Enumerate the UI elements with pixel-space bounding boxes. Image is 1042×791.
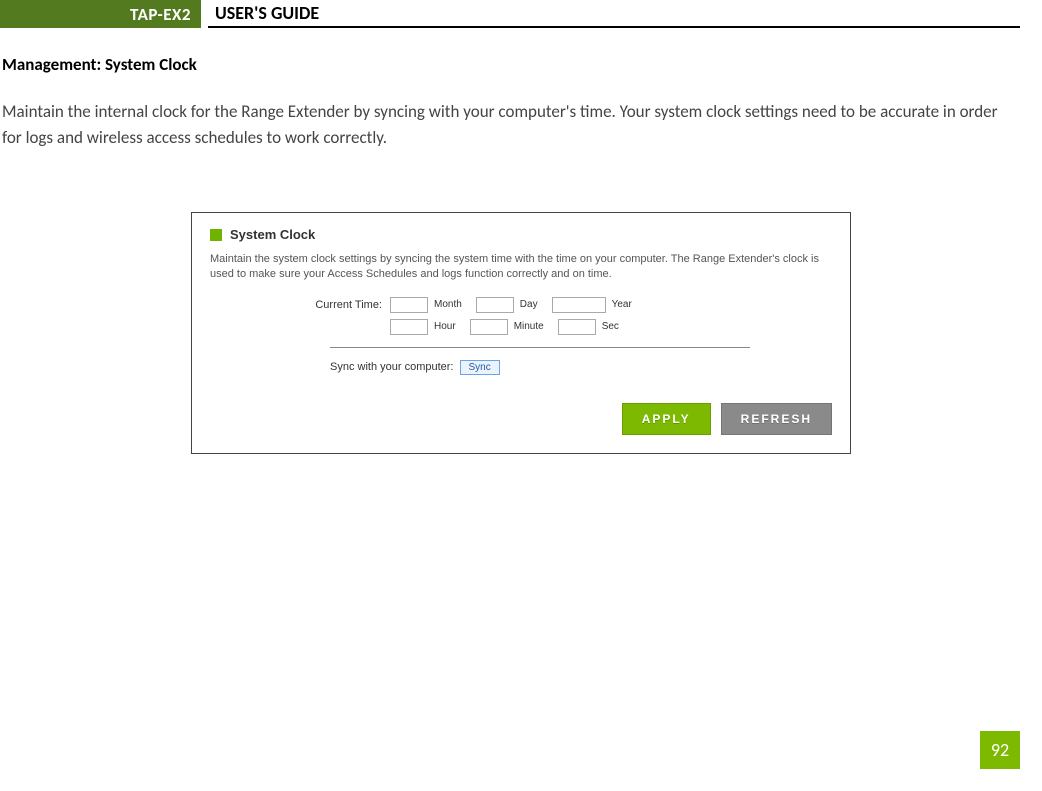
section-heading: Management: System Clock	[2, 54, 1042, 75]
panel-description: Maintain the system clock settings by sy…	[210, 252, 832, 283]
day-input[interactable]	[476, 297, 514, 313]
panel-title: System Clock	[230, 227, 315, 242]
sec-input[interactable]	[558, 319, 596, 335]
refresh-button[interactable]: REFRESH	[721, 403, 832, 435]
time-fields-row: Hour Minute Sec	[300, 319, 832, 335]
apply-button[interactable]: APPLY	[622, 403, 711, 435]
header-rule	[208, 26, 1020, 28]
document-header: TAP-EX2 USER'S GUIDE	[0, 0, 1020, 28]
sync-button[interactable]: Sync	[460, 360, 500, 375]
year-input[interactable]	[552, 297, 606, 313]
doc-title: USER'S GUIDE	[215, 2, 319, 24]
sync-row: Sync with your computer: Sync	[330, 360, 832, 375]
minute-input[interactable]	[470, 319, 508, 335]
panel-container: System Clock Maintain the system clock s…	[0, 212, 1042, 454]
minute-label: Minute	[514, 321, 544, 332]
product-badge: TAP-EX2	[0, 0, 201, 28]
month-input[interactable]	[390, 297, 428, 313]
sync-label: Sync with your computer:	[330, 361, 454, 373]
current-time-row: Current Time: Month Day Year	[300, 297, 832, 313]
clock-form: Current Time: Month Day Year Hour Minute	[210, 297, 832, 335]
system-clock-panel: System Clock Maintain the system clock s…	[191, 212, 851, 454]
form-divider	[330, 347, 750, 348]
panel-marker-icon	[210, 229, 222, 241]
month-label: Month	[434, 299, 462, 310]
time-fields: Hour Minute Sec	[390, 319, 627, 335]
body-paragraph: Maintain the internal clock for the Rang…	[2, 99, 1018, 150]
hour-input[interactable]	[390, 319, 428, 335]
panel-title-row: System Clock	[210, 227, 832, 242]
sec-label: Sec	[602, 321, 619, 332]
year-label: Year	[612, 299, 632, 310]
current-time-label: Current Time:	[300, 299, 390, 311]
hour-label: Hour	[434, 321, 456, 332]
day-label: Day	[520, 299, 538, 310]
date-fields: Month Day Year	[390, 297, 640, 313]
page-number: 92	[980, 731, 1020, 769]
action-buttons: APPLY REFRESH	[210, 403, 832, 435]
